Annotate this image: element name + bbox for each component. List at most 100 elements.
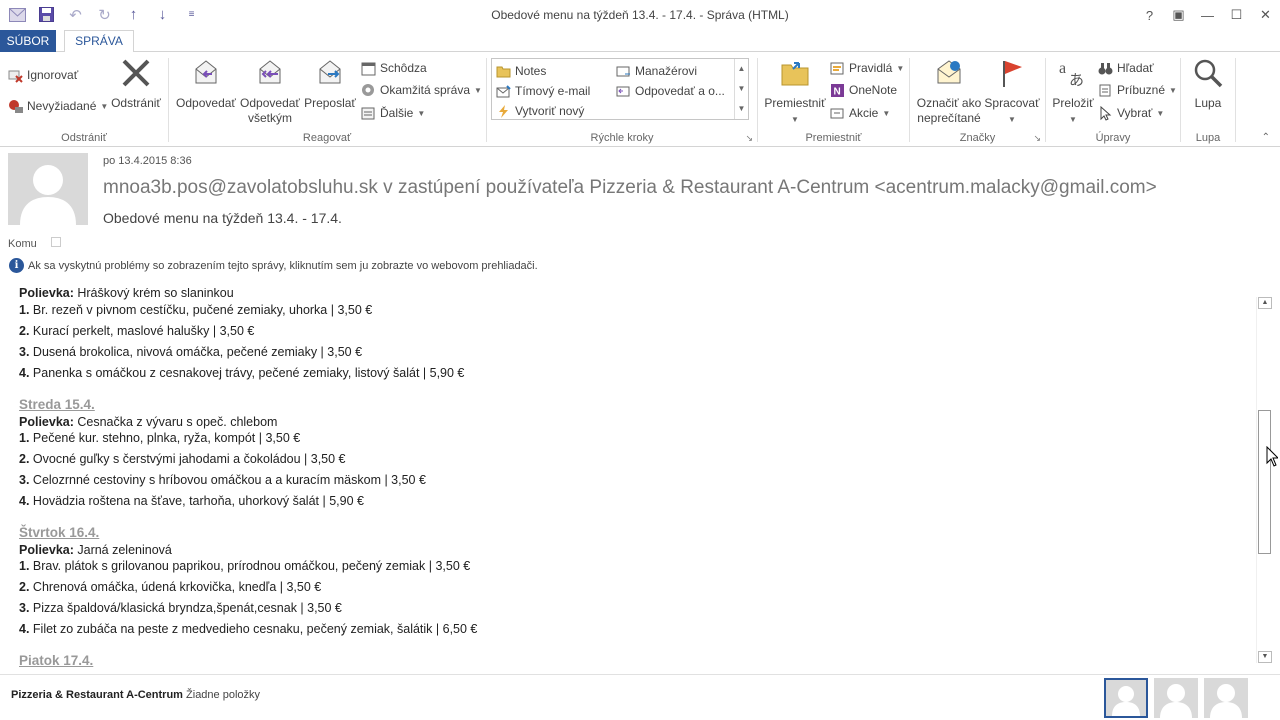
people-pane: Pizzeria & Restaurant A-Centrum Žiadne p…	[0, 674, 1280, 720]
help-button[interactable]: ?	[1135, 0, 1164, 30]
ignore-icon	[8, 68, 23, 83]
translate-button[interactable]: aあ Preložiť ▼	[1048, 56, 1098, 127]
info-icon: i	[9, 258, 24, 273]
move-group: Premiestniť ▼ Pravidlá ▼ N OneNote Akcie…	[758, 52, 909, 147]
message-scrollbar[interactable]: ▲ ▼	[1256, 297, 1272, 663]
group-label: Rýchle kroky	[590, 132, 654, 144]
minimize-button[interactable]: —	[1193, 0, 1222, 30]
chevron-down-icon: ▼	[882, 108, 891, 118]
maximize-button[interactable]: ☐	[1222, 0, 1251, 30]
menu-item: 2. Kurací perkelt, maslové halušky | 3,5…	[19, 324, 255, 338]
soup-line: Polievka: Cesnačka z vývaru s opeč. chle…	[19, 415, 278, 429]
collapse-ribbon-icon[interactable]: ⌃	[1262, 132, 1270, 143]
dialog-launcher-icon[interactable]: ↘	[745, 133, 753, 144]
message-subject: Obedové menu na týždeň 13.4. - 17.4.	[103, 210, 342, 226]
day-heading: Štvrtok 16.4.	[19, 525, 100, 540]
move-button[interactable]: Premiestniť ▼	[760, 56, 830, 127]
dialog-launcher-icon[interactable]: ↘	[1033, 133, 1041, 144]
info-text: Ak sa vyskytnú problémy so zobrazením te…	[28, 259, 538, 272]
meeting-button[interactable]: Schôdza	[361, 58, 427, 78]
find-button[interactable]: Hľadať	[1098, 58, 1154, 78]
lightning-icon	[496, 104, 511, 119]
forward-icon	[313, 56, 347, 90]
title-bar: ↶ ↻ ↑ ↓ ≡ Obedové menu na týždeň 13.4. -…	[0, 0, 1280, 30]
onenote-button[interactable]: N OneNote	[830, 80, 897, 100]
flag-icon	[995, 56, 1029, 90]
quicksteps-gallery: Notes Manažérovi Tímový e-mail Odpovedať…	[491, 58, 749, 120]
tab-message[interactable]: SPRÁVA	[64, 30, 134, 53]
group-label: Lupa	[1195, 132, 1221, 144]
junk-icon	[8, 99, 23, 114]
delete-icon	[119, 56, 153, 90]
group-label: Premiestniť	[805, 132, 862, 144]
mark-unread-button[interactable]: Označiť ako neprečítané	[914, 56, 984, 126]
zoom-button[interactable]: Lupa	[1183, 56, 1233, 111]
actions-button[interactable]: Akcie ▼	[830, 103, 890, 123]
close-button[interactable]: ✕	[1251, 0, 1280, 30]
more-icon	[361, 106, 376, 121]
mark-unread-icon	[932, 56, 966, 90]
chevron-down-icon: ▼	[1069, 115, 1077, 124]
sender-avatar[interactable]	[8, 153, 88, 225]
message-body: Polievka: Hráškový krém so slaninkou 1. …	[0, 288, 1256, 670]
tab-file[interactable]: SÚBOR	[0, 30, 56, 52]
gallery-scrollbar[interactable]: ▲ ▼ ▼	[734, 59, 748, 119]
soup-line: Polievka: Jarná zeleninová	[19, 543, 172, 557]
junk-button[interactable]: Nevyžiadané ▼	[8, 96, 108, 116]
followup-button[interactable]: Spracovať ▼	[982, 56, 1042, 127]
move-folder-icon	[778, 56, 812, 90]
mouse-cursor-icon	[1266, 445, 1280, 471]
onenote-icon: N	[830, 83, 845, 98]
zoom-group: Lupa Lupa	[1181, 52, 1235, 147]
delete-button[interactable]: Odstrániť	[108, 56, 164, 111]
to-recipient-box[interactable]	[51, 237, 61, 247]
quickstep-manager[interactable]: Manažérovi	[616, 61, 697, 81]
forward-button[interactable]: Preposlať	[301, 56, 359, 111]
group-label: Značky	[959, 132, 996, 144]
scrollbar-thumb[interactable]	[1258, 410, 1271, 554]
menu-item: 4. Hovädzia roštena na šťave, tarhoňa, u…	[19, 494, 364, 508]
sender-line[interactable]: mnoa3b.pos@zavolatobsluhu.sk v zastúpení…	[103, 177, 1157, 199]
chevron-down-icon: ▼	[791, 115, 799, 124]
forward-mail-icon	[616, 64, 631, 79]
avatar[interactable]	[1104, 678, 1148, 718]
lync-icon	[361, 83, 376, 98]
calendar-icon	[361, 61, 376, 76]
ribbon-display-button[interactable]: ▣	[1164, 0, 1193, 30]
chevron-down-icon: ▼	[417, 108, 426, 118]
rules-button[interactable]: Pravidlá ▼	[830, 58, 904, 78]
people-pane-text: Pizzeria & Restaurant A-Centrum Žiadne p…	[11, 689, 261, 701]
menu-item: 2. Chrenová omáčka, údená krkovička, kne…	[19, 580, 322, 594]
day-heading: Streda 15.4.	[19, 397, 95, 412]
svg-text:あ: あ	[1069, 71, 1084, 89]
group-label: Odstrániť	[61, 132, 107, 144]
scroll-down-icon[interactable]: ▼	[1258, 651, 1272, 663]
magnifier-icon	[1191, 56, 1225, 90]
scroll-up-icon[interactable]: ▲	[735, 59, 748, 79]
avatar[interactable]	[1154, 678, 1198, 718]
instant-message-button[interactable]: Okamžitá správa ▼	[361, 80, 482, 100]
chevron-down-icon: ▼	[474, 85, 482, 95]
menu-item: 1. Pečené kur. stehno, plnka, ryža, komp…	[19, 431, 301, 445]
gallery-more-icon[interactable]: ▼	[735, 99, 748, 119]
tags-group: Označiť ako neprečítané Spracovať ▼ Znač…	[910, 52, 1045, 147]
ignore-button[interactable]: Ignorovať	[8, 65, 78, 85]
quickstep-team-email[interactable]: Tímový e-mail	[496, 81, 590, 101]
select-button[interactable]: Vybrať ▼	[1098, 103, 1164, 123]
scroll-down-icon[interactable]: ▼	[735, 79, 748, 99]
more-respond-button[interactable]: Ďalšie ▼	[361, 103, 425, 123]
quickstep-create-new[interactable]: Vytvoriť nový	[496, 101, 584, 121]
message-header: po 13.4.2015 8:36 mnoa3b.pos@zavolatobsl…	[0, 148, 1280, 283]
group-label: Reagovať	[302, 132, 352, 144]
reply-delete-icon	[616, 84, 631, 99]
menu-item: 3. Dusená brokolica, nivová omáčka, peče…	[19, 345, 363, 359]
info-bar[interactable]: i Ak sa vyskytnú problémy so zobrazením …	[9, 258, 538, 273]
scroll-up-icon[interactable]: ▲	[1258, 297, 1272, 309]
quickstep-reply-delete[interactable]: Odpovedať a o...	[616, 81, 725, 101]
related-button[interactable]: Príbuzné ▼	[1098, 80, 1177, 100]
avatar[interactable]	[1204, 678, 1248, 718]
quickstep-notes[interactable]: Notes	[496, 61, 546, 81]
reply-all-button[interactable]: Odpovedať všetkým	[237, 56, 303, 126]
reply-button[interactable]: Odpovedať	[173, 56, 239, 111]
message-date: po 13.4.2015 8:36	[103, 155, 192, 167]
